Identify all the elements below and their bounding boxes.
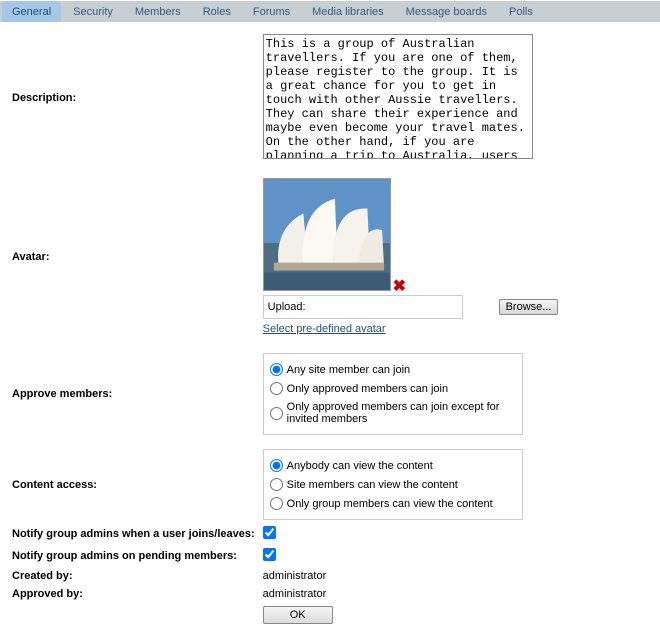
select-predefined-avatar-link[interactable]: Select pre-defined avatar xyxy=(263,323,386,335)
ok-button[interactable]: OK xyxy=(263,606,333,624)
approve-option-1-label: Only approved members can join xyxy=(287,383,448,395)
approve-option-2-label: Only approved members can join except fo… xyxy=(287,401,516,425)
approve-members-group: Any site member can join Only approved m… xyxy=(263,353,523,435)
tab-forums[interactable]: Forums xyxy=(243,1,300,22)
access-radio-0[interactable] xyxy=(270,459,283,472)
access-option-0-label: Anybody can view the content xyxy=(287,460,433,472)
approved-by-label: Approved by: xyxy=(8,585,259,603)
approve-members-label: Approve members: xyxy=(8,350,259,438)
notify-join-checkbox[interactable] xyxy=(263,526,276,539)
description-textarea[interactable] xyxy=(263,34,533,159)
approve-option-0[interactable]: Any site member can join xyxy=(270,360,516,379)
notify-pending-checkbox[interactable] xyxy=(263,548,276,561)
access-option-1-label: Site members can view the content xyxy=(287,479,458,491)
upload-label: Upload: xyxy=(268,301,306,313)
tab-security[interactable]: Security xyxy=(63,1,123,22)
tab-polls[interactable]: Polls xyxy=(499,1,543,22)
content-access-group: Anybody can view the content Site member… xyxy=(263,449,523,520)
tab-media-libraries[interactable]: Media libraries xyxy=(302,1,394,22)
created-by-value: administrator xyxy=(259,567,652,585)
delete-avatar-icon[interactable]: ✖ xyxy=(393,276,406,296)
access-option-0[interactable]: Anybody can view the content xyxy=(270,456,516,475)
access-option-1[interactable]: Site members can view the content xyxy=(270,475,516,494)
tab-general[interactable]: General xyxy=(2,1,61,22)
approve-radio-1[interactable] xyxy=(270,382,283,395)
tab-roles[interactable]: Roles xyxy=(193,1,241,22)
content-access-label: Content access: xyxy=(8,446,259,523)
avatar-label: Avatar: xyxy=(8,175,259,338)
approve-option-1[interactable]: Only approved members can join xyxy=(270,379,516,398)
approve-radio-0[interactable] xyxy=(270,363,283,376)
approve-radio-2[interactable] xyxy=(270,407,283,420)
tab-members[interactable]: Members xyxy=(125,1,191,22)
notify-pending-label: Notify group admins on pending members: xyxy=(8,545,259,567)
access-option-2-label: Only group members can view the content xyxy=(287,498,493,510)
browse-button[interactable]: Browse... xyxy=(499,299,559,315)
tab-bar: General Security Members Roles Forums Me… xyxy=(0,1,660,23)
approve-option-0-label: Any site member can join xyxy=(287,364,411,376)
created-by-label: Created by: xyxy=(8,567,259,585)
approve-option-2[interactable]: Only approved members can join except fo… xyxy=(270,398,516,428)
tab-message-boards[interactable]: Message boards xyxy=(396,1,497,22)
access-radio-1[interactable] xyxy=(270,478,283,491)
access-option-2[interactable]: Only group members can view the content xyxy=(270,494,516,513)
notify-join-label: Notify group admins when a user joins/le… xyxy=(8,523,259,545)
description-label: Description: xyxy=(8,31,259,165)
approved-by-value: administrator xyxy=(259,585,652,603)
access-radio-2[interactable] xyxy=(270,497,283,510)
upload-path-input[interactable] xyxy=(312,300,493,314)
avatar-preview xyxy=(263,178,391,291)
